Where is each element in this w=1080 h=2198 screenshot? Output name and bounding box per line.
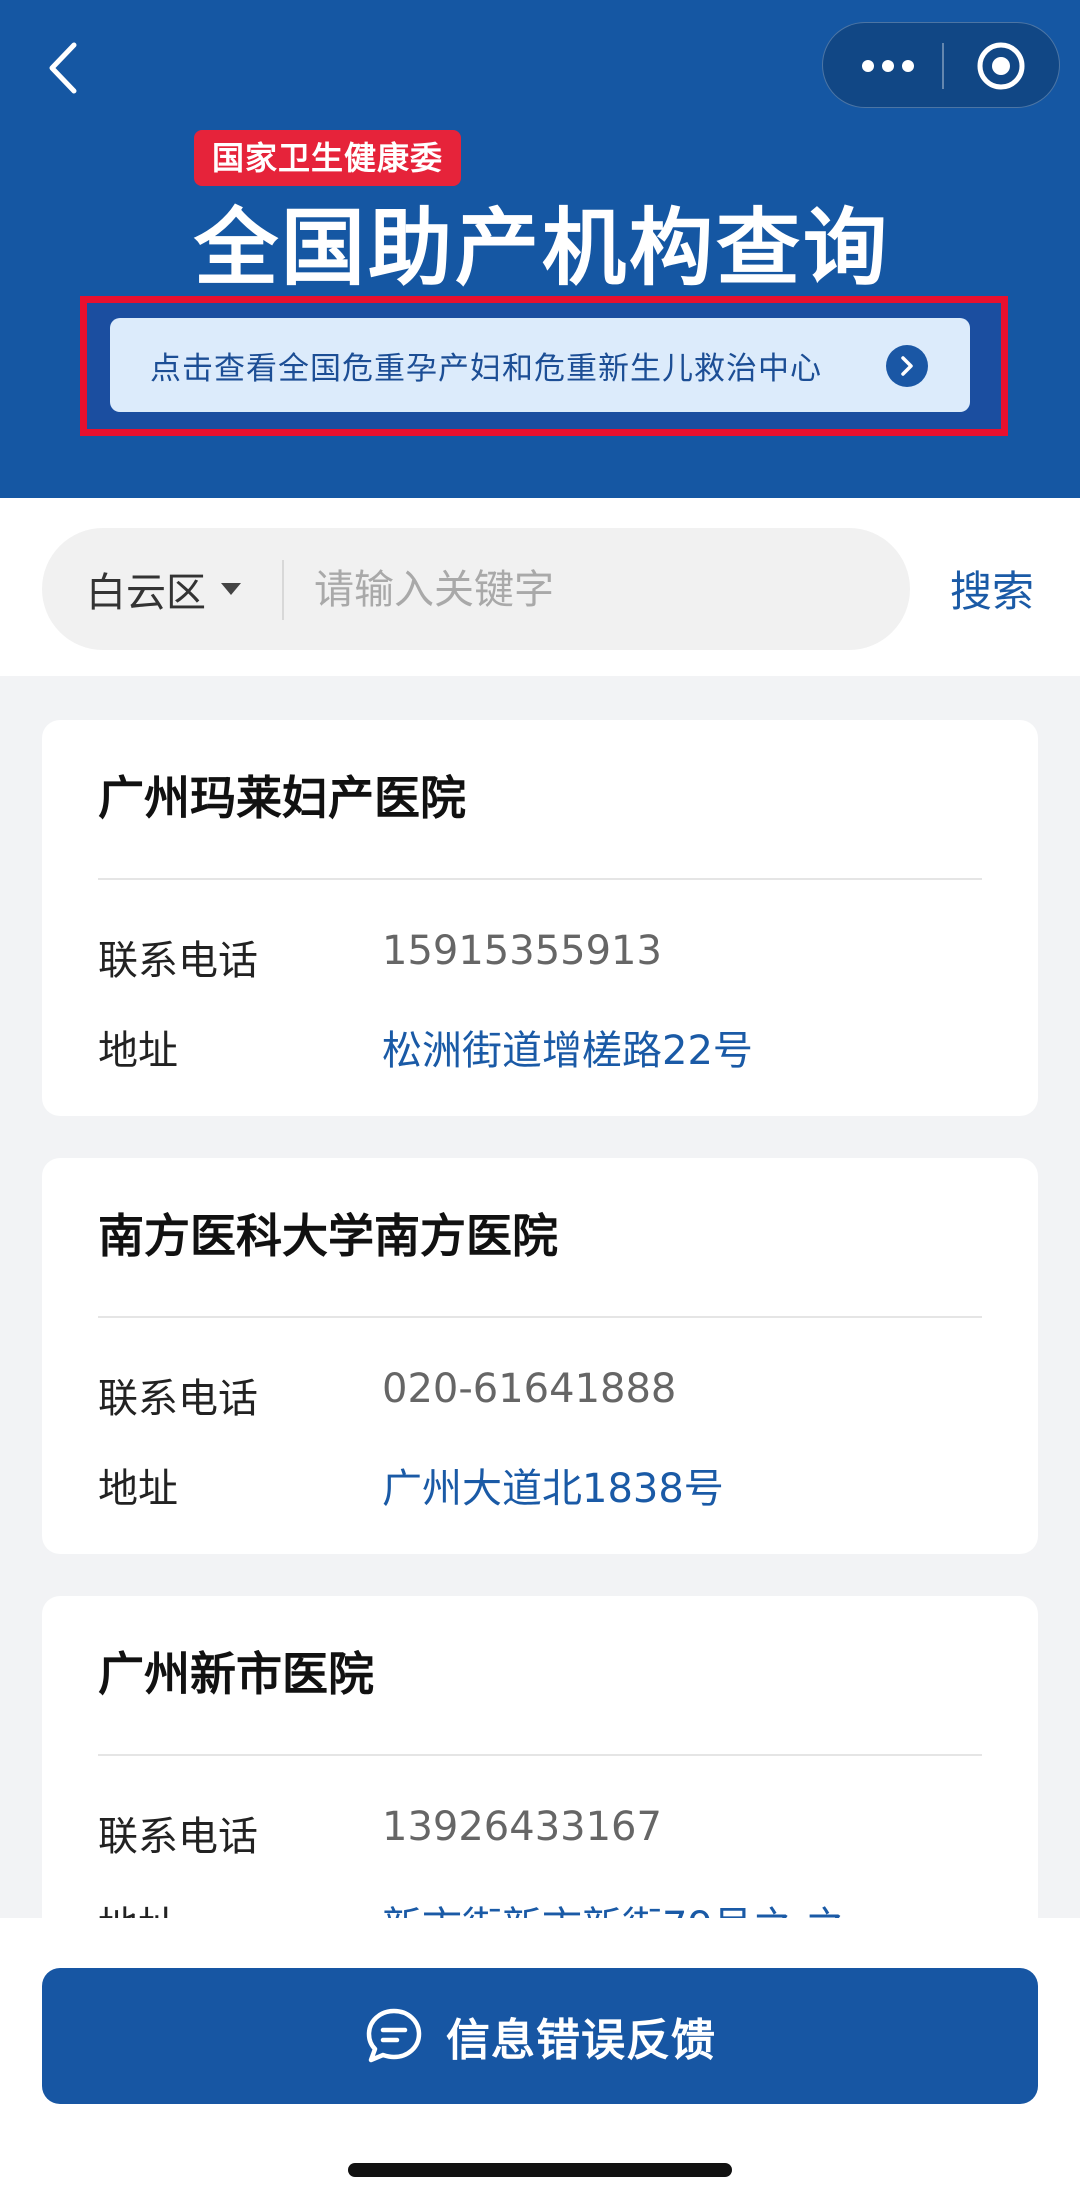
more-dots-icon	[862, 60, 914, 72]
page-title: 全国助产机构查询	[194, 199, 891, 297]
phone-label: 联系电话	[98, 938, 258, 984]
address-link[interactable]: 广州大道北1838号	[382, 1456, 724, 1514]
more-button[interactable]	[843, 23, 933, 109]
hospital-name: 广州新市医院	[98, 1647, 374, 1701]
phone-label: 联系电话	[98, 1376, 258, 1422]
search-bar: 白云区 搜索	[0, 498, 1080, 676]
feedback-label: 信息错误反馈	[446, 2015, 716, 2066]
search-divider	[282, 560, 284, 620]
hospital-name: 南方医科大学南方医院	[98, 1209, 558, 1263]
search-input[interactable]	[312, 554, 876, 626]
address-label: 地址	[98, 1028, 178, 1074]
card-divider	[98, 878, 982, 880]
phone-value[interactable]: 13926433167	[382, 1804, 662, 1850]
org-badge: 国家卫生健康委	[194, 130, 462, 186]
feedback-button[interactable]: 信息错误反馈	[42, 1968, 1038, 2104]
header: 国家卫生健康委 全国助产机构查询 点击查看全国危重孕产妇和危重新生儿救治中心	[0, 0, 1080, 498]
caret-down-icon	[221, 583, 241, 595]
card-divider	[98, 1754, 982, 1756]
address-label: 地址	[98, 1466, 178, 1512]
mini-program-capsule	[822, 22, 1060, 108]
phone-value[interactable]: 15915355913	[382, 928, 662, 974]
home-indicator	[348, 2163, 732, 2177]
phone-label: 联系电话	[98, 1814, 258, 1860]
bottom-bar: 信息错误反馈	[0, 1918, 1080, 2198]
district-selector[interactable]: 白云区	[86, 528, 242, 650]
hospital-card[interactable]: 南方医科大学南方医院 联系电话 020-61641888 地址 广州大道北183…	[42, 1158, 1038, 1554]
notice-text: 点击查看全国危重孕产妇和危重新生儿救治中心	[150, 350, 822, 387]
rescue-center-notice[interactable]: 点击查看全国危重孕产妇和危重新生儿救治中心	[110, 318, 970, 412]
search-button[interactable]: 搜索	[950, 558, 1034, 619]
chat-bubble-icon	[366, 2008, 422, 2063]
capsule-divider	[942, 43, 944, 89]
chevron-right-circle-icon	[886, 345, 928, 387]
hospital-name: 广州玛莱妇产医院	[98, 771, 466, 825]
chevron-left-icon	[49, 42, 77, 94]
district-label: 白云区	[86, 570, 206, 616]
target-icon	[977, 42, 1025, 90]
card-divider	[98, 1316, 982, 1318]
hospital-card[interactable]: 广州玛莱妇产医院 联系电话 15915355913 地址 松洲街道增槎路22号	[42, 720, 1038, 1116]
search-box: 白云区	[42, 528, 910, 650]
phone-value[interactable]: 020-61641888	[382, 1366, 676, 1412]
address-link[interactable]: 松洲街道增槎路22号	[382, 1018, 753, 1076]
close-mini-program-button[interactable]	[953, 23, 1049, 109]
back-button[interactable]	[38, 38, 88, 98]
